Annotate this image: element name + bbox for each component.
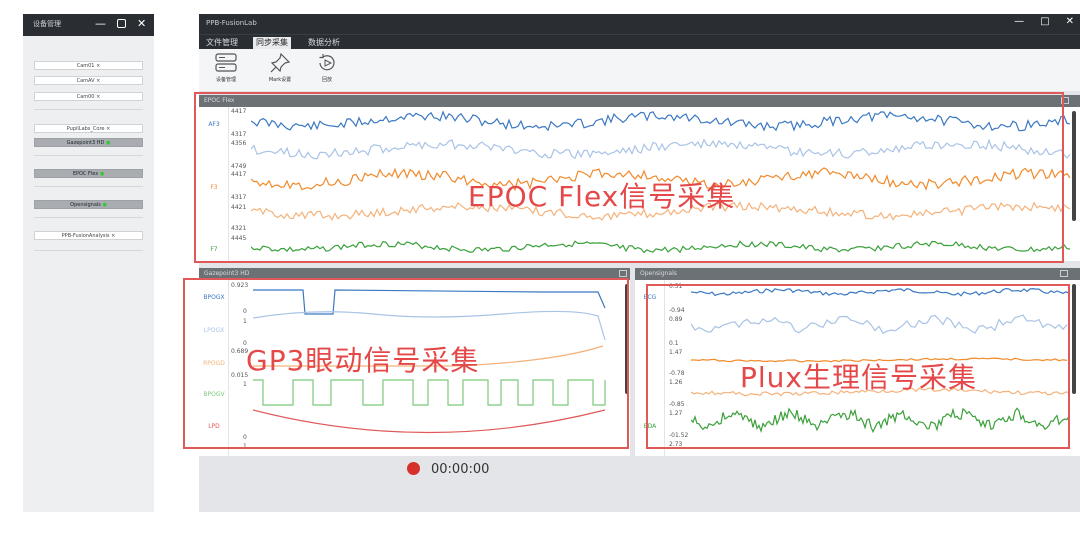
connected-dot-icon: ●	[99, 171, 105, 177]
close-icon[interactable]: ✕	[137, 18, 146, 30]
replay-icon	[319, 54, 335, 71]
gp3-panel-title: Gazepoint3 HD	[204, 270, 250, 277]
scrollbar[interactable]	[1072, 111, 1076, 221]
device-panel-titlebar: 设备管理 — ✕	[23, 14, 154, 36]
menu-sync-capture[interactable]: 同步采集	[253, 37, 291, 49]
device-item-cam01[interactable]: Cam01 ×	[34, 61, 143, 70]
replay-label: 回放	[321, 77, 332, 83]
device-manager-button[interactable]: 设备管理	[205, 52, 247, 83]
window-controls: — □ ✕	[1014, 16, 1074, 27]
device-item-label: CamAV ×	[76, 78, 101, 84]
menu-file[interactable]: 文件管理	[203, 37, 241, 49]
device-manager-label: 设备管理	[215, 77, 236, 83]
menu-analysis[interactable]: 数据分析	[305, 37, 343, 49]
connected-dot-icon: ●	[102, 202, 107, 208]
device-item-label: EPOC Flex	[72, 171, 99, 177]
mark-settings-label: Mark设置	[268, 77, 292, 83]
minimize-icon[interactable]: —	[95, 18, 106, 30]
minimize-icon[interactable]: —	[1014, 16, 1024, 27]
mark-settings-button[interactable]: Mark设置	[259, 52, 301, 83]
device-manager-icon	[215, 53, 237, 72]
expand-icon[interactable]	[1060, 270, 1068, 277]
plux-panel-title: Opensignals	[640, 270, 677, 277]
gp3-annotation-label: GP3眼动信号采集	[246, 344, 480, 377]
device-item-label: Cam01 ×	[76, 63, 101, 69]
device-item-label: PPB-FusionAnalysis ×	[61, 233, 116, 239]
device-item-opensignals[interactable]: Opensignals ●	[34, 200, 143, 209]
device-panel-title: 设备管理	[33, 20, 61, 28]
device-item-pupillabs[interactable]: PupilLabs_Core ×	[34, 124, 143, 133]
divider	[34, 186, 143, 187]
record-button[interactable]	[407, 462, 420, 475]
window-title: PPB-FusionLab	[206, 19, 257, 27]
expand-icon[interactable]	[619, 270, 627, 277]
epoc-annotation-label: EPOC Flex信号采集	[468, 180, 736, 213]
divider	[34, 109, 143, 110]
close-icon[interactable]: ✕	[1066, 16, 1074, 27]
recording-timer: 00:00:00	[431, 462, 490, 477]
device-item-label: Opensignals	[70, 202, 101, 208]
toolbar: 设备管理 Mark设置 回放	[199, 49, 1080, 91]
restore-icon[interactable]	[117, 19, 126, 28]
device-item-camav[interactable]: CamAV ×	[34, 76, 143, 85]
plux-annotation-label: Plux生理信号采集	[740, 361, 977, 394]
divider	[34, 250, 143, 251]
main-titlebar: PPB-FusionLab — □ ✕	[199, 14, 1080, 34]
device-item-gazepoint[interactable]: Gazepoint3 HD ●	[34, 138, 143, 147]
replay-button[interactable]: 回放	[306, 52, 348, 83]
device-item-label: Gazepoint3 HD	[66, 140, 105, 146]
device-item-label: PupilLabs_Core ×	[66, 126, 111, 132]
divider	[34, 217, 143, 218]
scrollbar[interactable]	[1072, 284, 1076, 394]
device-item-epoc[interactable]: EPOC Flex ●	[34, 169, 143, 178]
divider	[34, 155, 143, 156]
plux-panel-header: Opensignals	[635, 268, 1080, 280]
device-panel: 设备管理 — ✕ Cam01 × CamAV × Cam00 × PupilLa…	[23, 14, 154, 512]
pin-icon	[270, 52, 291, 73]
maximize-icon[interactable]: □	[1040, 16, 1049, 27]
device-item-label: Cam00 ×	[76, 94, 101, 100]
menubar: 文件管理 同步采集 数据分析	[199, 34, 1080, 49]
device-item-fusionanalysis[interactable]: PPB-FusionAnalysis ×	[34, 231, 143, 240]
connected-dot-icon: ●	[106, 140, 111, 146]
device-item-cam00[interactable]: Cam00 ×	[34, 92, 143, 101]
